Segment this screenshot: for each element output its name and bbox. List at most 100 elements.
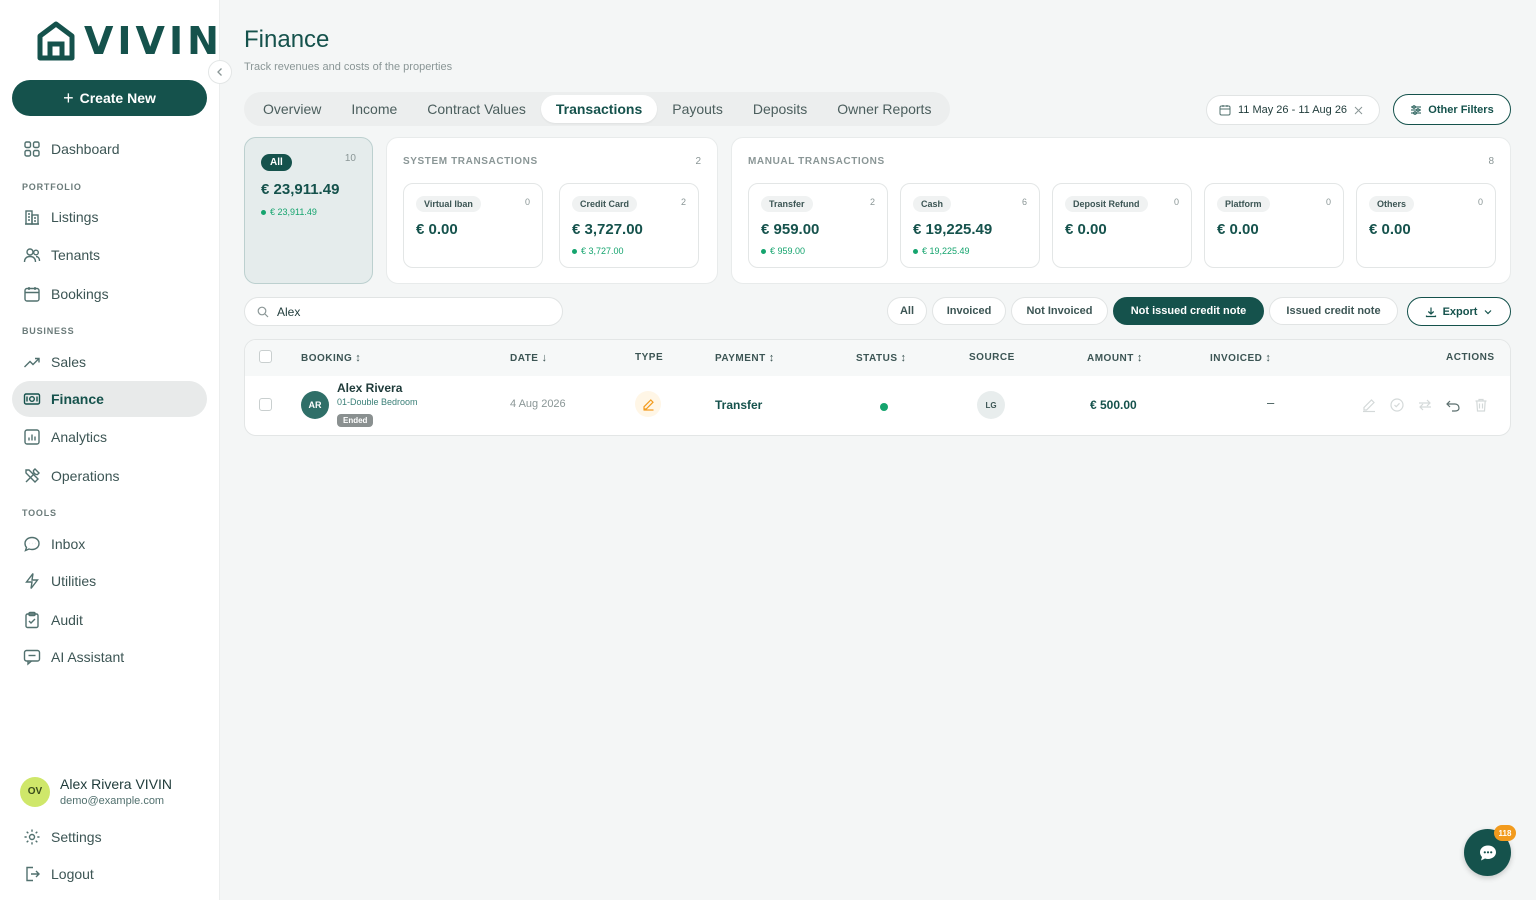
column-label: TYPE bbox=[635, 352, 664, 363]
summary-card-cash[interactable]: Cash 6 € 19,225.49 € 19,225.49 bbox=[900, 183, 1040, 268]
logo[interactable]: VIVIN bbox=[36, 20, 223, 62]
column-source: SOURCE bbox=[969, 352, 1015, 363]
avatar: AR bbox=[301, 391, 329, 419]
sidebar-item-settings[interactable]: Settings bbox=[12, 819, 207, 855]
sort-icon: ↕ bbox=[355, 352, 362, 364]
tab-deposits[interactable]: Deposits bbox=[738, 95, 822, 123]
sidebar-item-inbox[interactable]: Inbox bbox=[12, 526, 207, 562]
filter-chip-issued-credit-note[interactable]: Issued credit note bbox=[1269, 297, 1398, 325]
tab-transactions[interactable]: Transactions bbox=[540, 95, 658, 123]
card-label: Cash bbox=[913, 196, 952, 212]
edit-icon[interactable] bbox=[1361, 397, 1377, 413]
card-sub-amount: € 959.00 bbox=[761, 246, 875, 256]
gear-icon bbox=[24, 829, 40, 845]
status-dot-icon bbox=[880, 403, 888, 411]
sidebar-item-label: AI Assistant bbox=[51, 649, 125, 665]
other-filters-button[interactable]: Other Filters bbox=[1393, 94, 1511, 125]
table-header: BOOKING ↕ DATE ↓ TYPE PAYMENT ↕ STATUS ↕ SOU… bbox=[245, 340, 1510, 376]
sidebar-item-logout[interactable]: Logout bbox=[12, 856, 207, 892]
tab-overview[interactable]: Overview bbox=[248, 95, 336, 123]
sidebar-item-operations[interactable]: Operations bbox=[12, 458, 207, 494]
tools-icon bbox=[25, 468, 40, 483]
sidebar-collapse-button[interactable] bbox=[208, 60, 232, 84]
filter-chip-not-invoiced[interactable]: Not Invoiced bbox=[1011, 297, 1108, 325]
sidebar-item-analytics[interactable]: Analytics bbox=[12, 419, 207, 455]
sidebar-item-dashboard[interactable]: Dashboard bbox=[12, 131, 207, 167]
user-profile[interactable]: OV Alex Rivera VIVIN demo@example.com bbox=[20, 776, 172, 807]
sort-icon: ↕ bbox=[1265, 352, 1272, 364]
card-count: 0 bbox=[524, 197, 530, 207]
card-label: Virtual Iban bbox=[416, 196, 481, 212]
card-count: 2 bbox=[869, 197, 875, 207]
chevron-down-icon bbox=[1484, 309, 1492, 314]
trash-icon[interactable] bbox=[1473, 397, 1489, 413]
card-sub-amount: € 3,727.00 bbox=[572, 246, 686, 256]
sidebar-item-label: Inbox bbox=[51, 536, 86, 552]
sidebar-item-listings[interactable]: Listings bbox=[12, 199, 207, 235]
create-new-button[interactable]: + Create New bbox=[12, 80, 207, 116]
column-booking[interactable]: BOOKING ↕ bbox=[301, 352, 361, 364]
select-all-checkbox[interactable] bbox=[259, 350, 272, 363]
sidebar-item-tenants[interactable]: Tenants bbox=[12, 237, 207, 273]
assistant-chat-icon bbox=[23, 649, 41, 666]
tab-income[interactable]: Income bbox=[336, 95, 412, 123]
column-label: DATE bbox=[510, 352, 539, 364]
tab-owner-reports[interactable]: Owner Reports bbox=[822, 95, 946, 123]
sidebar-item-sales[interactable]: Sales bbox=[12, 344, 207, 380]
card-amount: € 0.00 bbox=[1369, 221, 1411, 238]
export-button[interactable]: Export bbox=[1407, 297, 1511, 326]
column-status[interactable]: STATUS ↕ bbox=[856, 352, 907, 364]
user-name: Alex Rivera VIVIN bbox=[60, 776, 173, 792]
card-count: 6 bbox=[1021, 197, 1027, 207]
booking-cell[interactable]: Alex Rivera 01-Double Bedroom Ended bbox=[337, 381, 418, 428]
logo-text: VIVIN bbox=[84, 19, 223, 63]
card-label: Others bbox=[1369, 196, 1415, 212]
sort-icon: ↕ bbox=[1136, 352, 1143, 364]
sidebar-item-ai-assistant[interactable]: AI Assistant bbox=[12, 639, 207, 675]
sliders-icon bbox=[1411, 104, 1422, 115]
column-amount[interactable]: AMOUNT ↕ bbox=[1087, 352, 1143, 364]
system-transactions-group: SYSTEM TRANSACTIONS 2 Virtual Iban 0 € 0… bbox=[386, 137, 718, 284]
filter-chip-invoiced[interactable]: Invoiced bbox=[932, 297, 1006, 325]
tab-payouts[interactable]: Payouts bbox=[657, 95, 738, 123]
clipboard-check-icon bbox=[25, 611, 39, 629]
summary-card-platform[interactable]: Platform 0 € 0.00 bbox=[1204, 183, 1344, 268]
download-icon bbox=[1425, 307, 1436, 317]
summary-card-transfer[interactable]: Transfer 2 € 959.00 € 959.00 bbox=[748, 183, 888, 268]
summary-card-virtual-iban[interactable]: Virtual Iban 0 € 0.00 bbox=[403, 183, 543, 268]
sidebar-item-audit[interactable]: Audit bbox=[12, 602, 207, 638]
summary-card-deposit-refund[interactable]: Deposit Refund 0 € 0.00 bbox=[1052, 183, 1192, 268]
tab-contract-values[interactable]: Contract Values bbox=[412, 95, 541, 123]
card-amount: € 0.00 bbox=[1065, 221, 1107, 238]
summary-card-credit-card[interactable]: Credit Card 2 € 3,727.00 € 3,727.00 bbox=[559, 183, 699, 268]
date-range-picker[interactable]: 11 May 26 - 11 Aug 26 bbox=[1206, 95, 1380, 125]
close-icon[interactable] bbox=[1354, 106, 1363, 115]
summary-card-others[interactable]: Others 0 € 0.00 bbox=[1356, 183, 1496, 268]
summary-card-all[interactable]: All 10 € 23,911.49 € 23,911.49 bbox=[244, 137, 373, 284]
page-subtitle: Track revenues and costs of the properti… bbox=[244, 61, 453, 73]
search-input[interactable] bbox=[277, 304, 537, 319]
row-checkbox[interactable] bbox=[259, 398, 272, 411]
sidebar-item-bookings[interactable]: Bookings bbox=[12, 276, 207, 312]
chat-notification-badge: 118 bbox=[1494, 825, 1516, 841]
sidebar-item-utilities[interactable]: Utilities bbox=[12, 563, 207, 599]
check-circle-icon[interactable] bbox=[1389, 397, 1405, 413]
filter-chip-not-issued-credit-note[interactable]: Not issued credit note bbox=[1113, 297, 1264, 325]
swap-icon[interactable] bbox=[1417, 397, 1433, 413]
sidebar-item-finance[interactable]: Finance bbox=[12, 381, 207, 417]
column-label: STATUS bbox=[856, 352, 898, 364]
sidebar-item-label: Finance bbox=[51, 391, 104, 407]
undo-icon[interactable] bbox=[1445, 397, 1461, 413]
column-date[interactable]: DATE ↓ bbox=[510, 352, 547, 364]
grid-icon bbox=[24, 141, 40, 157]
green-dot-icon bbox=[572, 248, 577, 254]
bar-chart-icon bbox=[24, 429, 40, 445]
column-label: INVOICED bbox=[1210, 352, 1263, 364]
sort-icon: ↕ bbox=[768, 352, 775, 364]
date-cell: 4 Aug 2026 bbox=[510, 398, 566, 410]
column-payment[interactable]: PAYMENT ↕ bbox=[715, 352, 775, 364]
column-invoiced[interactable]: INVOICED ↕ bbox=[1210, 352, 1271, 364]
filter-chip-all[interactable]: All bbox=[887, 297, 927, 325]
sidebar-item-label: Operations bbox=[51, 468, 120, 484]
all-badge: All bbox=[261, 154, 292, 171]
